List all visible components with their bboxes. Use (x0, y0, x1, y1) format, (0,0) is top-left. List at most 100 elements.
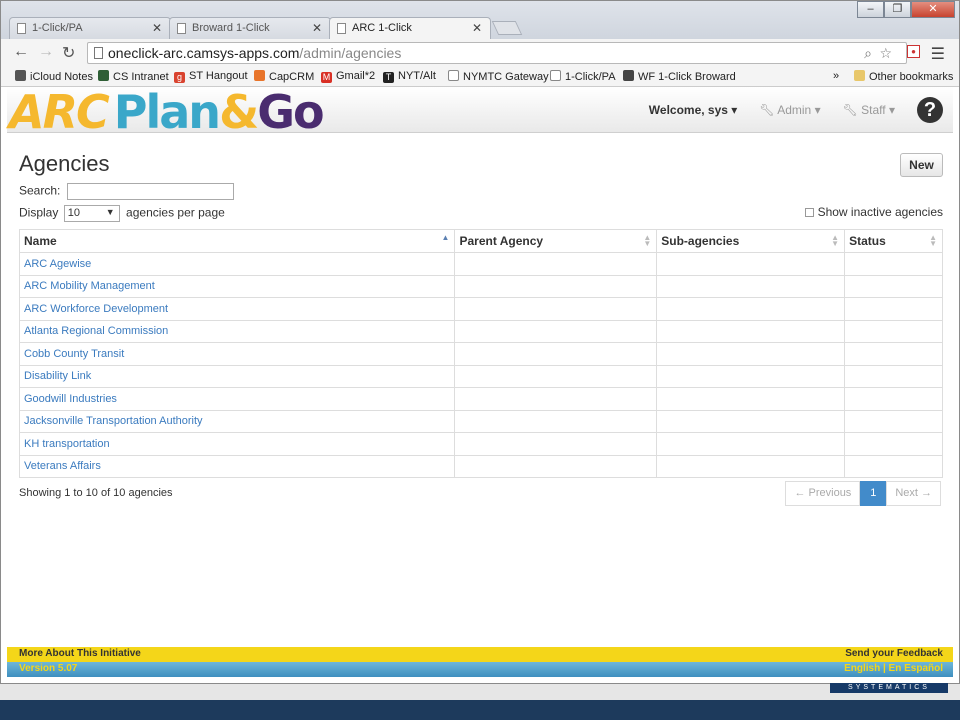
table-row: Disability Link (18, 364, 943, 388)
agency-link[interactable]: Disability Link (24, 370, 91, 382)
page-size-select[interactable]: 10 ▼ (63, 205, 120, 222)
sort-asc-icon: ▲ (441, 233, 450, 242)
page-icon (17, 23, 26, 34)
agencies-table: Name ▲ Parent Agency ▲ ▼ Sub-agencies ▲ ▼ Sta… (18, 229, 943, 478)
agency-link[interactable]: Veterans Affairs (24, 460, 101, 472)
site-icon (623, 70, 634, 81)
tab-strip: 1-Click/PA ✕ Broward 1-Click ✕ ARC 1-Cli… (1, 1, 959, 39)
agency-link[interactable]: KH transportation (24, 438, 110, 450)
admin-menu[interactable]: 🔧︎ Admin ▾ (759, 103, 820, 117)
back-arrow-icon[interactable]: ← (13, 43, 29, 61)
sort-icon: ▲ ▼ (643, 233, 652, 248)
close-window-button[interactable]: ✕ (911, 1, 955, 18)
show-inactive-toggle[interactable]: Show inactive agencies (804, 205, 943, 219)
desktop-strip (0, 684, 960, 700)
column-name[interactable]: Name ▲ (18, 229, 456, 253)
reload-icon[interactable]: ↻ (62, 43, 75, 63)
bookmark-nyt[interactable]: T NYT/Alt (383, 70, 436, 83)
tab-broward-1click[interactable]: Broward 1-Click ✕ (169, 17, 331, 39)
table-row: Cobb County Transit (18, 342, 943, 366)
systematics-logo: SYSTEMATICS (830, 683, 948, 693)
feedback-link[interactable]: Send your Feedback (845, 648, 943, 659)
agency-link[interactable]: ARC Agewise (24, 258, 91, 270)
page-title: Agencies (19, 151, 110, 176)
column-status[interactable]: Status ▲ ▼ (844, 229, 943, 253)
agency-link[interactable]: ARC Mobility Management (24, 280, 155, 292)
new-tab-button[interactable] (491, 21, 523, 35)
close-tab-icon[interactable]: ✕ (152, 21, 162, 35)
footer-links-bar: More About This Initiative Send your Fee… (7, 647, 953, 662)
plan-and-go-logo[interactable]: ARC Plan&Go (9, 85, 325, 139)
previous-page-button[interactable]: ← Previous (785, 481, 861, 506)
language-links[interactable]: English | En Español (844, 663, 943, 674)
column-parent-agency[interactable]: Parent Agency ▲ ▼ (454, 229, 658, 253)
bookmark-st-hangout[interactable]: g ST Hangout (174, 70, 248, 83)
search-input[interactable] (66, 183, 234, 200)
table-header-row: Name ▲ Parent Agency ▲ ▼ Sub-agencies ▲ ▼ Sta… (18, 229, 943, 253)
page-icon (177, 23, 186, 34)
new-agency-button[interactable]: New (900, 153, 943, 177)
table-row: Jacksonville Transportation Authority (18, 409, 943, 433)
header-nav: Welcome, sys ▾ 🔧︎ Admin ▾ 🔧︎ Staff ▾ ? (649, 87, 943, 133)
table-info: Showing 1 to 10 of 10 agencies (19, 487, 173, 499)
agency-link[interactable]: Goodwill Industries (24, 393, 117, 405)
display-label: Display (19, 205, 59, 220)
cs-icon (98, 70, 109, 81)
version-label: Version 5.07 (19, 663, 78, 674)
apple-icon (15, 70, 26, 81)
pagination: ← Previous 1 Next → (785, 481, 941, 506)
bookmark-1click-pa[interactable]: 1-Click/PA (550, 70, 616, 83)
maximize-button[interactable]: ❐ (884, 1, 911, 18)
page-1-button[interactable]: 1 (860, 481, 887, 506)
window-controls: – ❐ ✕ (857, 1, 955, 18)
nyt-icon: T (383, 72, 394, 83)
wrench-icon: 🔧︎ (842, 103, 862, 117)
extension-icon[interactable]: ● (907, 45, 920, 58)
more-about-link[interactable]: More About This Initiative (19, 648, 141, 659)
column-sub-agencies[interactable]: Sub-agencies ▲ ▼ (656, 229, 846, 253)
next-page-button[interactable]: Next → (886, 481, 941, 506)
close-tab-icon[interactable]: ✕ (312, 21, 322, 35)
page-icon (448, 70, 459, 81)
folder-icon (854, 70, 865, 81)
bookmark-other[interactable]: Other bookmarks (854, 70, 953, 83)
bookmark-star-icon[interactable]: ☆ (879, 45, 892, 62)
tab-arc-1click[interactable]: ARC 1-Click ✕ (329, 17, 491, 39)
wrench-icon: 🔧︎ (759, 103, 778, 117)
menu-icon[interactable]: ☰ (931, 44, 945, 64)
agency-link[interactable]: Cobb County Transit (24, 348, 124, 360)
minimize-button[interactable]: – (857, 1, 884, 18)
bookmark-nymtc[interactable]: NYMTC Gateway (448, 70, 549, 83)
bookmark-cs-intranet[interactable]: CS Intranet (98, 70, 169, 83)
close-tab-icon[interactable]: ✕ (472, 21, 482, 35)
footer-version-bar: Version 5.07 English | En Español (7, 662, 953, 677)
agency-link[interactable]: Atlanta Regional Commission (24, 325, 168, 337)
forward-arrow-icon[interactable]: → (38, 43, 54, 61)
sort-icon: ▲ ▼ (929, 233, 937, 248)
bookmark-icloud[interactable]: iCloud Notes (15, 70, 93, 83)
gmail-icon: M (321, 72, 332, 83)
bookmarks-bar: iCloud Notes CS Intranet g ST Hangout Cap… (1, 67, 959, 87)
page-icon (550, 70, 561, 81)
staff-menu[interactable]: 🔧︎ Staff ▾ (843, 103, 895, 117)
page-icon (337, 23, 346, 34)
table-row: Veterans Affairs (18, 454, 943, 478)
bookmark-capcrm[interactable]: CapCRM (254, 70, 314, 83)
bookmark-wf-broward[interactable]: WF 1-Click Broward (623, 70, 736, 83)
dropdown-arrow-icon: ▼ (105, 207, 115, 217)
zoom-icon[interactable]: ⌕ (864, 45, 872, 62)
tab-1click-pa[interactable]: 1-Click/PA ✕ (9, 17, 171, 39)
welcome-menu[interactable]: Welcome, sys ▾ (649, 103, 738, 117)
per-page-label: agencies per page (126, 205, 225, 220)
bookmark-gmail[interactable]: M Gmail*2 (321, 70, 375, 83)
checkbox[interactable] (804, 208, 814, 217)
table-row: ARC Workforce Development (18, 297, 943, 321)
agency-link[interactable]: Jacksonville Transportation Authority (24, 415, 203, 427)
table-row: ARC Agewise (18, 252, 943, 276)
search-row: Search: (19, 183, 943, 201)
agency-link[interactable]: ARC Workforce Development (24, 303, 168, 315)
address-bar[interactable]: oneclick-arc.camsys-apps.com/admin/agenc… (87, 42, 907, 64)
help-icon[interactable]: ? (917, 97, 943, 123)
bookmarks-overflow[interactable]: » (833, 70, 839, 82)
app-header: ARC Plan&Go Welcome, sys ▾ 🔧︎ Admin ▾ 🔧︎ … (7, 85, 953, 139)
